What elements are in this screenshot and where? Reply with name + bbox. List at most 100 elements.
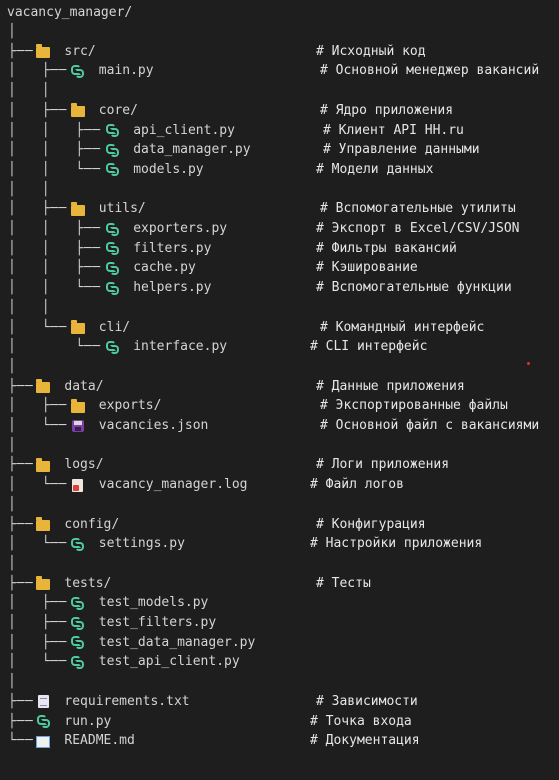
tree-item[interactable]: │ └── interface.py # CLI интерфейс — [0, 337, 559, 357]
tree-item-comment: # Модели данных — [316, 161, 434, 177]
tree-item-comment: # Экспортированные файлы — [320, 398, 508, 414]
tree-item-name[interactable]: data_manager.py — [133, 140, 250, 160]
tree-item[interactable]: │ │ └── models.py # Модели данных — [0, 160, 559, 180]
tree-item-name[interactable]: test_filters.py — [99, 613, 216, 633]
tree-item-name[interactable]: interface.py — [133, 337, 227, 357]
tree-item-name[interactable]: vacancies.json — [99, 416, 209, 436]
tree-guide-lines: │ └── — [8, 654, 76, 670]
tree-guide-lines: │ │ — [8, 83, 51, 99]
tree-item-name[interactable]: utils/ — [99, 199, 146, 219]
folder-icon — [70, 320, 85, 335]
tree-item-name[interactable]: logs/ — [64, 455, 103, 475]
red-dot-marker — [527, 362, 530, 365]
tree-item-name[interactable]: filters.py — [133, 239, 211, 259]
tree-item-name[interactable]: tests/ — [64, 574, 111, 594]
folder-icon — [36, 576, 51, 591]
tree-guide-lines: │ ├── — [8, 615, 76, 630]
tree-item-name[interactable]: test_models.py — [99, 593, 209, 613]
folder-icon — [36, 379, 51, 394]
tree-connector-row: │ — [0, 357, 559, 377]
tree-item-name[interactable]: test_data_manager.py — [99, 633, 256, 653]
tree-item-name[interactable]: run.py — [64, 712, 111, 732]
tree-item[interactable]: │ │ ├── api_client.py # Клиент API HH.ru — [0, 121, 559, 141]
tree-item[interactable]: │ └── test_api_client.py — [0, 652, 559, 672]
floppy-icon — [71, 419, 85, 433]
tree-item[interactable]: │ ├── test_models.py — [0, 593, 559, 613]
tree-item[interactable]: ├── tests/# Тесты — [0, 574, 559, 594]
tree-guide-lines: │ └── — [8, 418, 76, 433]
tree-item[interactable]: │ ├── main.py # Основной менеджер ваканси… — [0, 61, 559, 81]
python-icon — [71, 616, 85, 630]
root-folder-label: vacancy_manager/ — [7, 5, 133, 20]
tree-item-name[interactable]: models.py — [133, 160, 203, 180]
tree-item-comment: # Зависимости — [316, 693, 418, 709]
tree-item-comment: # CLI интерфейс — [310, 339, 428, 355]
python-icon — [105, 281, 119, 295]
tree-item-comment: # Ядро приложения — [320, 102, 454, 118]
tree-item[interactable]: │ ├── utils/ # Вспомогательные утилиты — [0, 199, 559, 219]
tree-item-comment: # Конфигурация — [316, 516, 426, 532]
python-icon — [105, 163, 119, 177]
tree-item-comment: # Логи приложения — [316, 457, 450, 473]
python-icon — [71, 655, 85, 669]
tree-connector-row: │ │ — [0, 81, 559, 101]
tree-guide-lines: │ — [8, 555, 17, 571]
tree-item-name[interactable]: cache.py — [133, 258, 196, 278]
tree-item-comment: # Экспорт в Excel/CSV/JSON — [316, 221, 520, 236]
tree-item[interactable]: │ └── settings.py # Настройки приложения — [0, 534, 559, 554]
tree-item[interactable]: ├── src/# Исходный код — [0, 42, 559, 62]
folder-icon — [70, 103, 85, 118]
tree-item[interactable]: │ ├── exports/ # Экспортированные файлы — [0, 396, 559, 416]
tree-item-name[interactable]: cli/ — [99, 318, 130, 338]
tree-item[interactable]: │ │ └── helpers.py # Вспомогательные функ… — [0, 278, 559, 298]
tree-item[interactable]: │ │ ├── filters.py # Фильтры вакансий — [0, 239, 559, 259]
tree-item-name[interactable]: requirements.txt — [64, 692, 189, 712]
tree-item[interactable]: │ ├── core/ # Ядро приложения — [0, 101, 559, 121]
tree-guide-lines: │ │ — [8, 181, 51, 197]
tree-guide-lines: │ └── — [8, 536, 76, 552]
tree-item-name[interactable]: data/ — [64, 377, 103, 397]
python-icon — [105, 143, 119, 157]
tree-item[interactable]: │ │ ├── exporters.py # Экспорт в Excel/CS… — [0, 219, 559, 239]
tree-guide-lines: │ — [8, 496, 17, 512]
tree-item-name[interactable]: src/ — [64, 42, 95, 62]
tree-connector-row: │ — [0, 495, 559, 515]
tree-item-name[interactable]: exports/ — [99, 396, 162, 416]
tree-item[interactable]: ├── run.py # Точка входа — [0, 712, 559, 732]
tree-item-name[interactable]: config/ — [64, 515, 119, 535]
tree-guide-lines: │ └── — [8, 319, 76, 335]
file-tree: vacancy_manager/ │ ├── src/# Исходный код… — [0, 0, 559, 780]
tree-item-name[interactable]: README.md — [64, 731, 134, 751]
python-icon — [36, 715, 50, 729]
tree-item[interactable]: │ └── cli/ # Командный интерфейс — [0, 318, 559, 338]
log-file-icon — [71, 478, 85, 492]
tree-item-name[interactable]: exporters.py — [133, 219, 227, 239]
tree-item[interactable]: └── README.md # Документация — [0, 731, 559, 751]
tree-item[interactable]: │ └── vacancy_manager.log # Файл логов — [0, 475, 559, 495]
tree-item[interactable]: ├── requirements.txt # Зависимости — [0, 692, 559, 712]
tree-item-name[interactable]: helpers.py — [133, 278, 211, 298]
tree-item[interactable]: ├── data/# Данные приложения — [0, 377, 559, 397]
tree-item-name[interactable]: core/ — [99, 101, 138, 121]
tree-item-name[interactable]: api_client.py — [133, 121, 235, 141]
tree-guide-lines: │ │ ├── — [8, 221, 110, 236]
tree-item[interactable]: ├── logs/# Логи приложения — [0, 455, 559, 475]
tree-item[interactable]: │ │ ├── data_manager.py # Управление данн… — [0, 140, 559, 160]
tree-connector-row: │ │ — [0, 298, 559, 318]
tree-guide-lines: │ — [8, 674, 17, 690]
tree-item[interactable]: │ ├── test_data_manager.py — [0, 633, 559, 653]
tree-item-name[interactable]: vacancy_manager.log — [99, 475, 248, 495]
folder-icon — [36, 44, 51, 59]
tree-item-name[interactable]: main.py — [99, 61, 154, 81]
tree-item-comment: # Клиент API HH.ru — [323, 122, 464, 138]
tree-guide-lines: │ — [8, 24, 17, 39]
tree-item-name[interactable]: settings.py — [99, 534, 185, 554]
tree-item[interactable]: ├── config/# Конфигурация — [0, 515, 559, 535]
python-icon — [105, 222, 119, 236]
python-icon — [71, 636, 85, 650]
tree-item-name[interactable]: test_api_client.py — [99, 652, 240, 672]
tree-item[interactable]: │ └── vacancies.json # Основной файл с ва… — [0, 416, 559, 436]
tree-item[interactable]: │ ├── test_filters.py — [0, 613, 559, 633]
tree-item[interactable]: │ │ ├── cache.py # Кэширование — [0, 258, 559, 278]
tree-item-comment: # Командный интерфейс — [320, 319, 485, 335]
